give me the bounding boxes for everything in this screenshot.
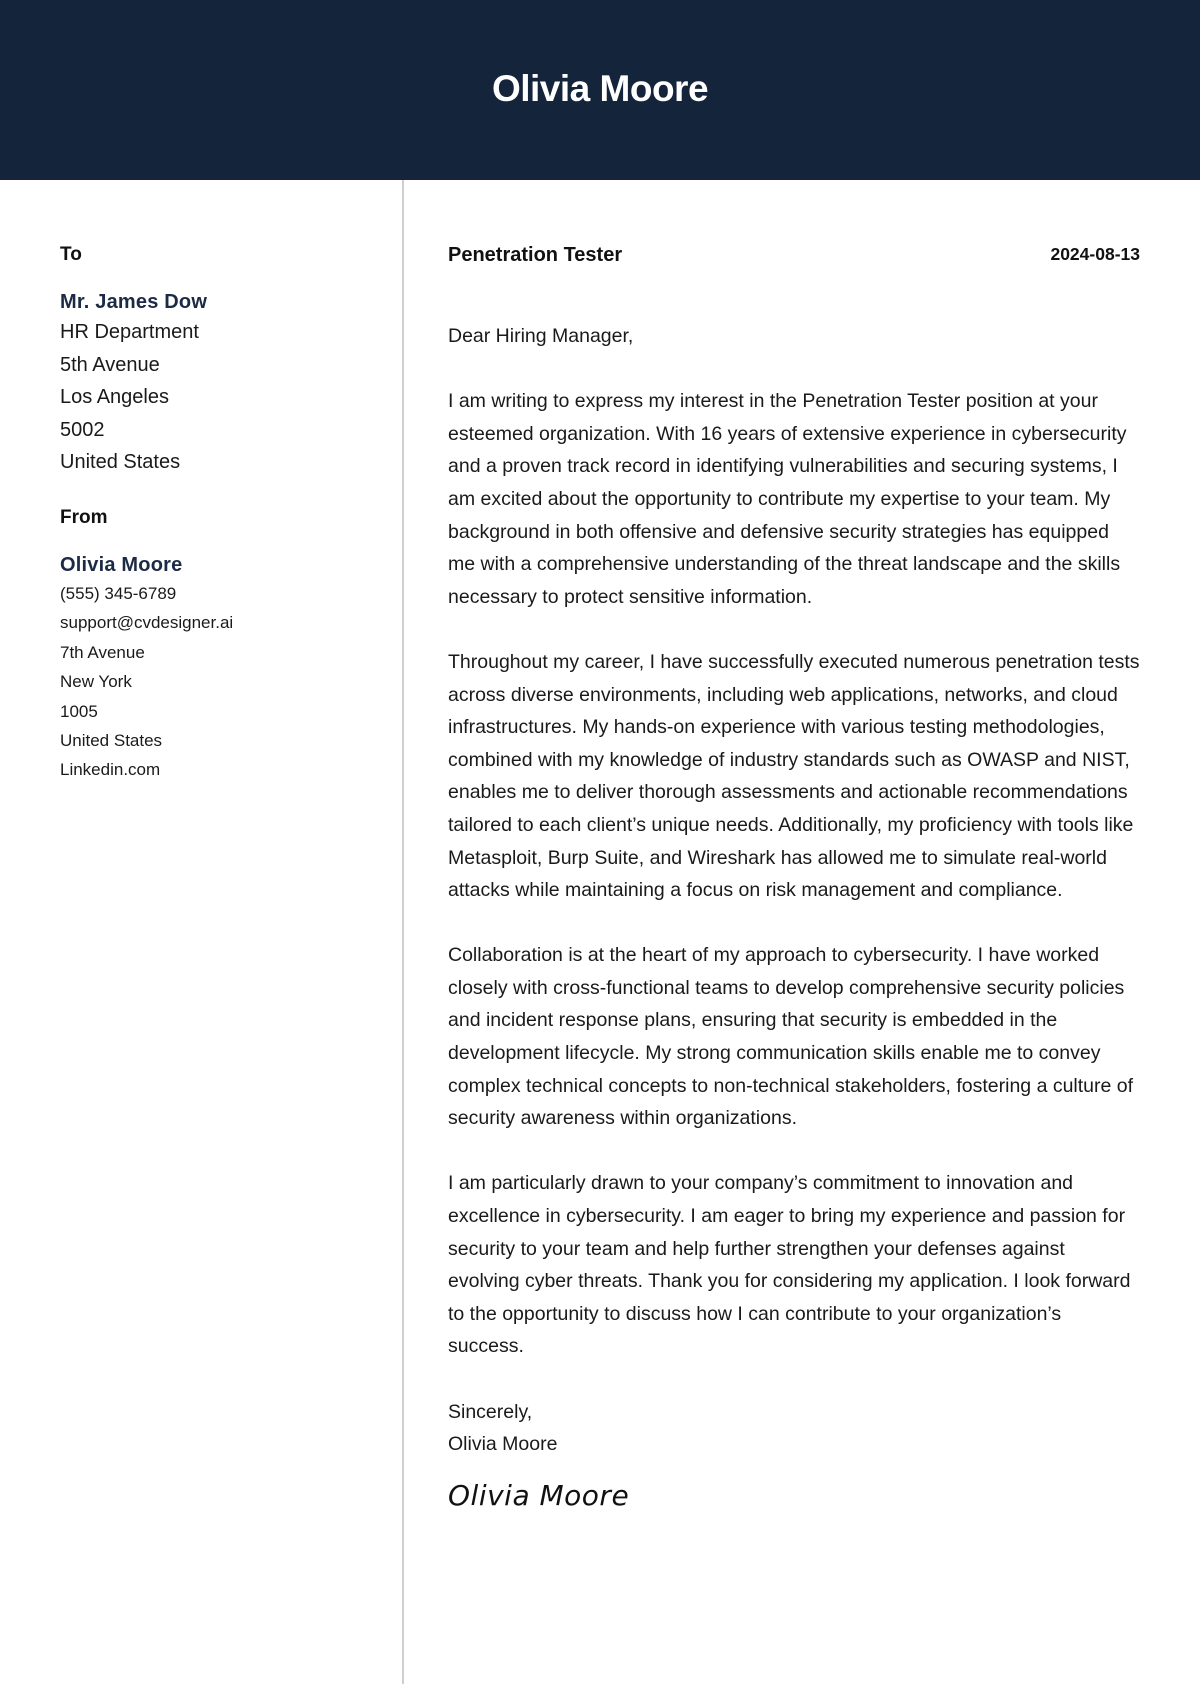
- paragraph: Collaboration is at the heart of my appr…: [448, 944, 1134, 1130]
- sender-name: Olivia Moore: [60, 553, 183, 576]
- signature: Olivia Moore: [448, 1478, 630, 1512]
- from-heading: From: [60, 506, 108, 528]
- sender-street: 7th Avenue: [60, 642, 145, 662]
- sender-phone: (555) 345-6789: [60, 583, 177, 603]
- closing-phrase: Sincerely,: [448, 1400, 533, 1423]
- recipient-block: To Mr. James Dow HR Department 5th Avenu…: [60, 242, 380, 479]
- page-header: Olivia Moore: [0, 0, 1200, 180]
- paragraph: Throughout my career, I have successfull…: [448, 650, 1140, 902]
- sender-website: Linkedin.com: [60, 760, 161, 780]
- paragraph: I am writing to express my interest in t…: [448, 390, 1127, 608]
- header-name: Olivia Moore: [491, 68, 709, 109]
- letter-date: 2024-08-13: [1050, 244, 1140, 264]
- sender-postal-code: 1005: [60, 701, 98, 721]
- sender-block: From Olivia Moore (555) 345-6789 support…: [60, 505, 380, 785]
- letter-body: Penetration Tester 2024-08-13 Dear Hirin…: [448, 242, 1140, 1512]
- recipient-department: HR Department: [60, 321, 199, 343]
- recipient-name: Mr. James Dow: [60, 291, 208, 313]
- sidebar: To Mr. James Dow HR Department 5th Avenu…: [60, 242, 380, 785]
- column-divider: [402, 180, 404, 1684]
- sender-country: United States: [60, 731, 163, 750]
- sender-city: New York: [60, 672, 132, 692]
- salutation: Dear Hiring Manager,: [448, 325, 634, 347]
- sender-email: support@cvdesigner.ai: [60, 613, 234, 633]
- paragraph: I am particularly drawn to your company’…: [448, 1172, 1131, 1358]
- recipient-postal-code: 5002: [60, 418, 105, 441]
- letter-title-row: Penetration Tester 2024-08-13: [448, 242, 1140, 272]
- closing-block: Sincerely, Olivia Moore: [448, 1396, 1140, 1461]
- recipient-city: Los Angeles: [60, 386, 169, 409]
- job-title: Penetration Tester: [448, 244, 623, 266]
- recipient-street: 5th Avenue: [60, 353, 160, 376]
- recipient-country: United States: [60, 451, 181, 474]
- closing-name: Olivia Moore: [448, 1433, 558, 1456]
- to-heading: To: [60, 244, 82, 265]
